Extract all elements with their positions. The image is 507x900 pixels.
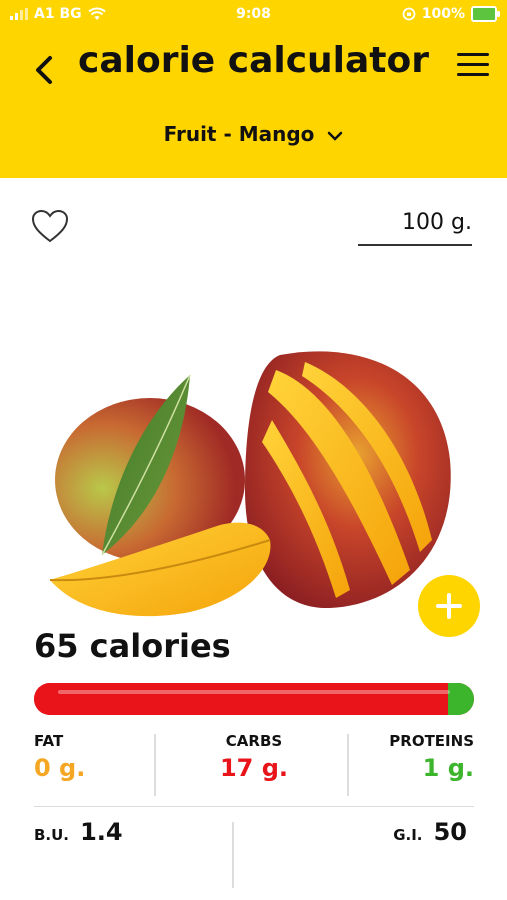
favorite-button[interactable] bbox=[30, 208, 70, 244]
macro-bar-proteins bbox=[447, 683, 474, 715]
macro-proteins: PROTEINS 1 g. bbox=[389, 732, 474, 800]
heart-outline-icon bbox=[31, 209, 69, 243]
chevron-down-icon bbox=[328, 131, 343, 141]
battery-icon bbox=[471, 6, 500, 22]
macros-row: FAT 0 g. CARBS 17 g. PROTEINS 1 g. bbox=[34, 732, 474, 808]
glycemic-index: G.I. 50 bbox=[393, 818, 467, 846]
food-selector-label: Fruit - Mango bbox=[163, 122, 315, 146]
orientation-lock-icon bbox=[402, 7, 416, 21]
bu-label: B.U. bbox=[34, 826, 70, 844]
calories-label: 65 calories bbox=[34, 627, 231, 665]
food-selector[interactable]: Fruit - Mango bbox=[0, 122, 507, 146]
carbs-label: CARBS bbox=[225, 732, 283, 750]
macro-bar-carbs bbox=[34, 683, 448, 715]
gi-label: G.I. bbox=[393, 826, 423, 844]
bu-value: 1.4 bbox=[80, 818, 123, 846]
menu-button[interactable] bbox=[457, 53, 489, 79]
add-button[interactable] bbox=[418, 575, 480, 637]
gi-value: 50 bbox=[433, 818, 467, 846]
proteins-label: PROTEINS bbox=[389, 732, 474, 750]
fat-label: FAT bbox=[34, 732, 64, 750]
macro-carbs: CARBS 17 g. bbox=[154, 732, 354, 800]
macro-bar bbox=[34, 683, 474, 715]
status-bar: A1 BG 9:08 100% bbox=[0, 0, 507, 30]
fat-value: 0 g. bbox=[34, 754, 86, 782]
divider bbox=[34, 806, 474, 807]
bread-units: B.U. 1.4 bbox=[34, 818, 123, 846]
page-title: calorie calculator bbox=[77, 40, 430, 81]
divider bbox=[347, 734, 349, 796]
weight-field[interactable] bbox=[358, 206, 472, 246]
mango-image bbox=[49, 351, 451, 617]
macro-bar-shine bbox=[58, 690, 450, 694]
weight-input[interactable] bbox=[358, 206, 472, 239]
proteins-value: 1 g. bbox=[422, 754, 474, 782]
divider bbox=[232, 822, 234, 888]
carbs-value: 17 g. bbox=[219, 754, 289, 782]
app-header: A1 BG 9:08 100% calorie calculator Fruit… bbox=[0, 0, 507, 178]
battery-percent: 100% bbox=[421, 6, 465, 22]
status-right: 100% bbox=[402, 6, 500, 22]
macro-fat: FAT 0 g. bbox=[34, 732, 85, 800]
hamburger-menu-icon bbox=[457, 53, 489, 56]
